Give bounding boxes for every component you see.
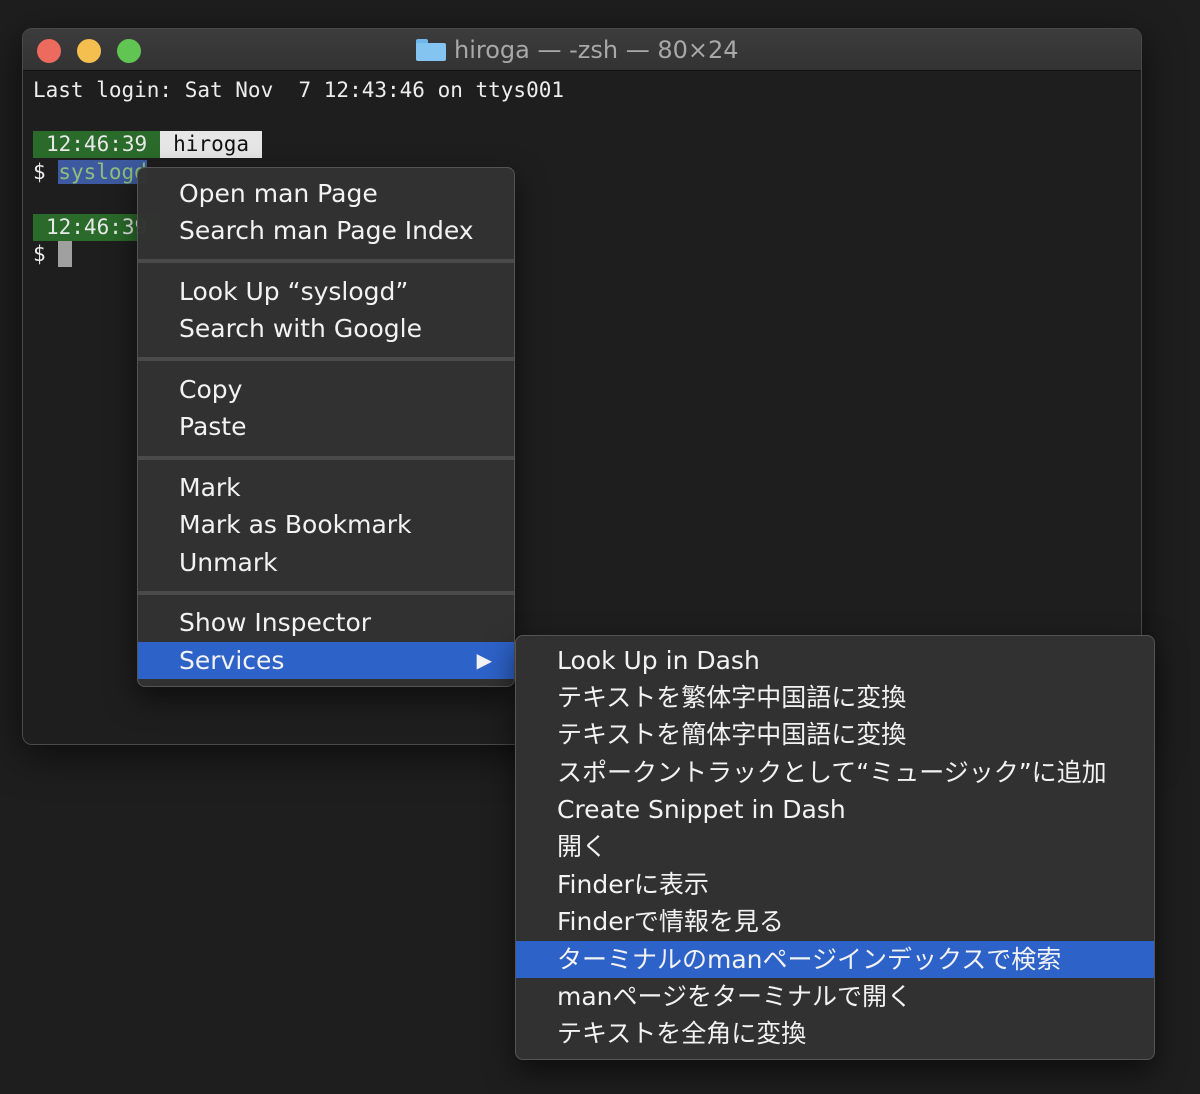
services-submenu: Look Up in Dash テキストを繁体字中国語に変換 テキストを簡体字中… bbox=[515, 635, 1155, 1060]
title-bar[interactable]: hiroga — -zsh — 80×24 bbox=[23, 29, 1141, 71]
service-item-look-up-in-dash[interactable]: Look Up in Dash bbox=[516, 642, 1154, 679]
menu-item-services-label: Services bbox=[179, 646, 285, 675]
menu-item-mark[interactable]: Mark bbox=[138, 469, 514, 506]
prompt-time: 12:46:39 bbox=[33, 131, 161, 158]
menu-item-services[interactable]: Services ▶ bbox=[138, 642, 514, 679]
text-cursor bbox=[58, 241, 73, 267]
prompt-symbol: $ bbox=[33, 160, 46, 184]
service-item-simplified-chinese[interactable]: テキストを簡体字中国語に変換 bbox=[516, 716, 1154, 753]
menu-item-paste[interactable]: Paste bbox=[138, 408, 514, 445]
submenu-arrow-icon: ▶ bbox=[476, 648, 492, 672]
prompt-user: hiroga bbox=[160, 131, 263, 158]
menu-separator bbox=[138, 456, 514, 460]
command-line-1: $ syslogd bbox=[33, 159, 147, 186]
folder-icon bbox=[416, 39, 446, 61]
menu-item-unmark[interactable]: Unmark bbox=[138, 544, 514, 581]
menu-item-mark-as-bookmark[interactable]: Mark as Bookmark bbox=[138, 506, 514, 543]
service-item-full-width[interactable]: テキストを全角に変換 bbox=[516, 1015, 1154, 1052]
zoom-button[interactable] bbox=[117, 39, 141, 63]
menu-item-search-man-page-index[interactable]: Search man Page Index bbox=[138, 212, 514, 249]
selected-command[interactable]: syslogd bbox=[58, 160, 147, 184]
service-item-show-in-finder[interactable]: Finderに表示 bbox=[516, 866, 1154, 903]
menu-item-copy[interactable]: Copy bbox=[138, 371, 514, 408]
last-login-line: Last login: Sat Nov 7 12:43:46 on ttys00… bbox=[33, 78, 565, 102]
prompt-line-1: 12:46:39 hiroga bbox=[33, 131, 263, 158]
service-item-search-man-index[interactable]: ターミナルのmanページインデックスで検索 bbox=[516, 941, 1154, 978]
menu-item-look-up[interactable]: Look Up “syslogd” bbox=[138, 273, 514, 310]
menu-item-open-man-page[interactable]: Open man Page bbox=[138, 175, 514, 212]
menu-separator bbox=[138, 259, 514, 263]
context-menu: Open man Page Search man Page Index Look… bbox=[137, 167, 515, 687]
close-button[interactable] bbox=[37, 39, 61, 63]
service-item-finder-info[interactable]: Finderで情報を見る bbox=[516, 903, 1154, 940]
window-title-group: hiroga — -zsh — 80×24 bbox=[416, 35, 739, 65]
service-item-create-snippet[interactable]: Create Snippet in Dash bbox=[516, 791, 1154, 828]
menu-item-search-with-google[interactable]: Search with Google bbox=[138, 310, 514, 347]
service-item-open-man-page[interactable]: manページをターミナルで開く bbox=[516, 978, 1154, 1015]
prompt-symbol: $ bbox=[33, 242, 46, 266]
service-item-open[interactable]: 開く bbox=[516, 828, 1154, 865]
menu-separator bbox=[138, 591, 514, 595]
minimize-button[interactable] bbox=[77, 39, 101, 63]
window-title: hiroga — -zsh — 80×24 bbox=[454, 36, 739, 64]
service-item-add-spoken-track[interactable]: スポークントラックとして“ミュージック”に追加 bbox=[516, 754, 1154, 791]
command-line-2: $ bbox=[33, 241, 73, 268]
menu-item-show-inspector[interactable]: Show Inspector bbox=[138, 604, 514, 641]
service-item-traditional-chinese[interactable]: テキストを繁体字中国語に変換 bbox=[516, 679, 1154, 716]
menu-separator bbox=[138, 357, 514, 361]
